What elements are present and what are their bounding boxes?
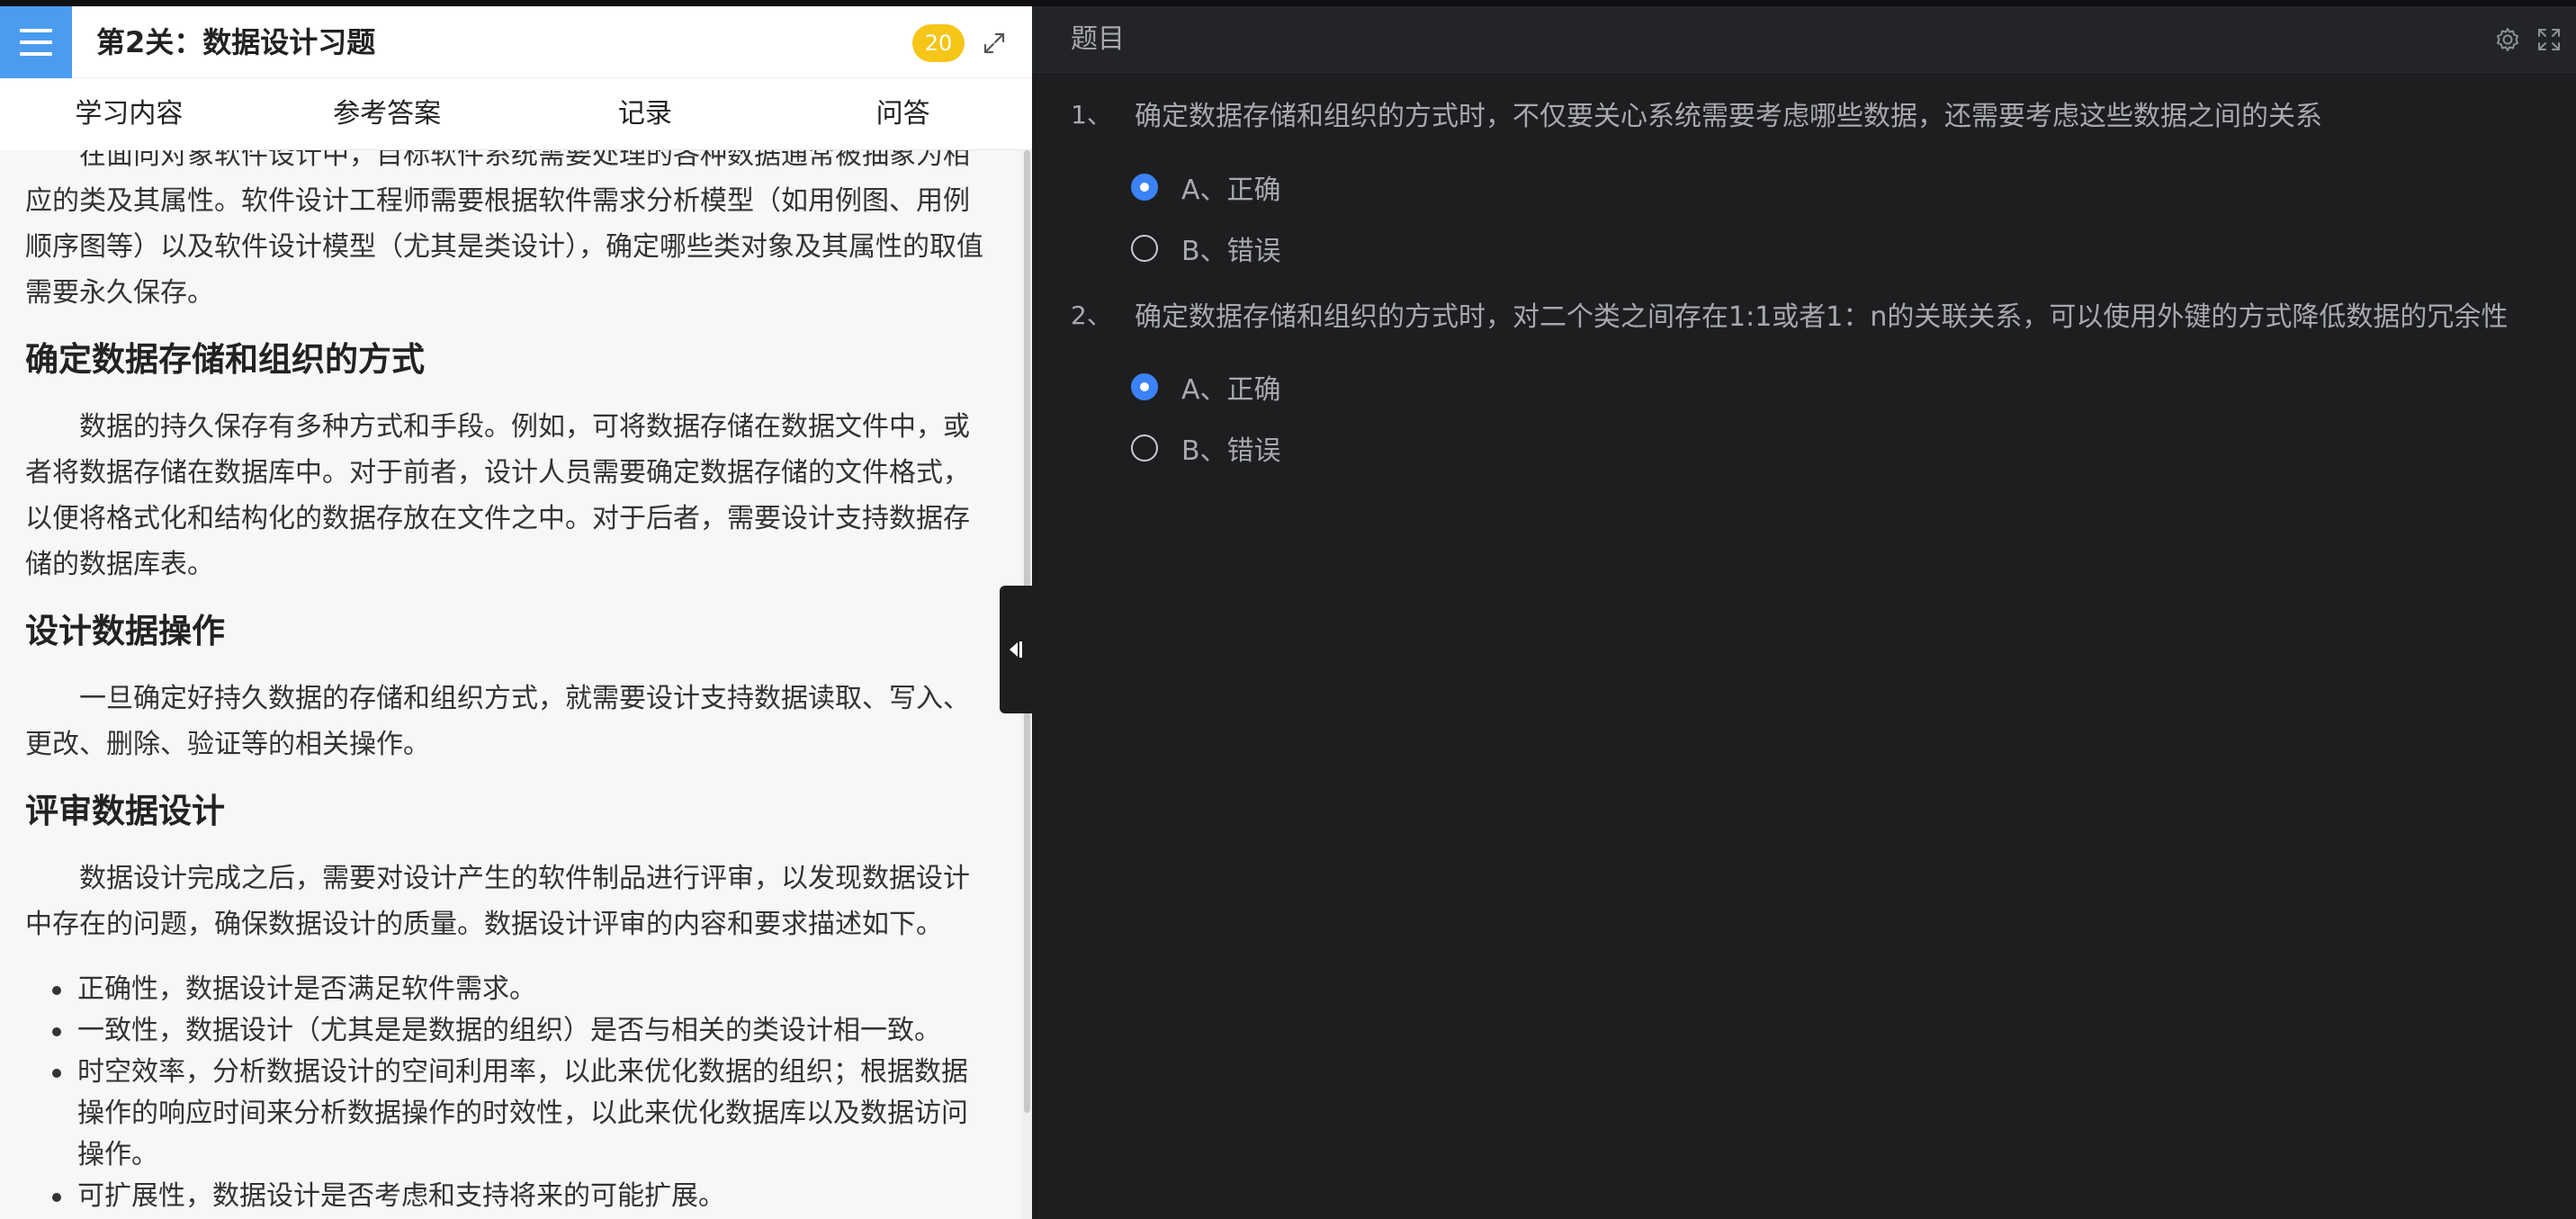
question-number: 2、: [1071, 300, 1112, 330]
stage-title: 第2关：数据设计习题: [96, 25, 376, 59]
quiz-title: 题目: [1071, 23, 1125, 55]
tab-records[interactable]: 记录: [516, 78, 775, 149]
list-item: 时空效率，分析数据设计的空间利用率，以此来优化数据的组织；根据数据操作的响应时间…: [25, 1052, 988, 1176]
radio-button[interactable]: [1131, 235, 1158, 262]
expand-icon[interactable]: [981, 30, 1008, 57]
question-text: 确定数据存储和组织的方式时，对二个类之间存在1:1或者1：n的关联关系，可以使用…: [1135, 301, 2509, 333]
section-heading: 设计数据操作: [25, 612, 225, 650]
gear-icon[interactable]: [2494, 26, 2521, 53]
tab-qa[interactable]: 问答: [774, 78, 1032, 149]
top-edge-bar: [0, 0, 2576, 6]
stage-header: 第2关：数据设计习题 20: [0, 6, 1032, 78]
section-heading: 确定数据存储和组织的方式: [25, 340, 425, 379]
score-badge: 20: [912, 24, 965, 62]
quiz-panel: 题目 1、 确定数据存储和组织的方式时，不仅要关心系统需要考虑哪些数据，还需要考…: [1032, 6, 2576, 1219]
menu-icon[interactable]: [0, 6, 72, 78]
option-label: B、错误: [1181, 435, 1281, 467]
option-label: A、正确: [1181, 175, 1281, 206]
intro-paragraph: 在面向对象软件设计中，目标软件系统需要处理的各种数据通常被抽象为相应的类及其属性…: [25, 150, 983, 309]
question-1-option-b[interactable]: B、错误: [1131, 229, 1281, 268]
learning-tabs: 学习内容 参考答案 记录 问答: [0, 78, 1032, 150]
question-2-option-b[interactable]: B、错误: [1131, 428, 1281, 468]
section-heading: 评审数据设计: [25, 792, 225, 830]
learning-content[interactable]: 在面向对象软件设计中，目标软件系统需要处理的各种数据通常被抽象为相应的类及其属性…: [0, 150, 1021, 1219]
fullscreen-icon[interactable]: [2536, 26, 2563, 53]
question-number: 1、: [1071, 100, 1112, 130]
section-paragraph: 一旦确定好持久数据的存储和组织方式，就需要设计支持数据读取、写入、更改、删除、验…: [25, 683, 970, 760]
collapse-panel-icon[interactable]: [1000, 586, 1032, 713]
radio-button[interactable]: [1131, 435, 1158, 462]
question-1-option-a[interactable]: A、正确: [1131, 167, 1281, 207]
review-criteria-list: 正确性，数据设计是否满足软件需求。 一致性，数据设计（尤其是是数据的组织）是否与…: [25, 969, 988, 1217]
learning-panel: 第2关：数据设计习题 20 学习内容 参考答案 记录 问答 在面向对象软件设计中…: [0, 6, 1032, 1219]
tab-reference-answer[interactable]: 参考答案: [258, 78, 516, 149]
list-item: 正确性，数据设计是否满足软件需求。: [25, 969, 988, 1010]
section-paragraph: 数据设计完成之后，需要对设计产生的软件制品进行评审，以发现数据设计中存在的问题，…: [25, 863, 970, 940]
option-label: A、正确: [1181, 374, 1281, 406]
option-label: B、错误: [1181, 236, 1281, 267]
quiz-header: 题目: [1032, 6, 2576, 73]
radio-button-selected[interactable]: [1131, 373, 1158, 400]
radio-button-selected[interactable]: [1131, 174, 1158, 201]
tab-learning-content[interactable]: 学习内容: [0, 78, 258, 150]
question-text: 确定数据存储和组织的方式时，不仅要关心系统需要考虑哪些数据，还需要考虑这些数据之…: [1135, 101, 2322, 132]
list-item: 可扩展性，数据设计是否考虑和支持将来的可能扩展。: [25, 1176, 988, 1217]
question-2-option-a[interactable]: A、正确: [1131, 367, 1281, 407]
section-paragraph: 数据的持久保存有多种方式和手段。例如，可将数据存储在数据文件中，或者将数据存储在…: [25, 411, 970, 580]
list-item: 一致性，数据设计（尤其是是数据的组织）是否与相关的类设计相一致。: [25, 1010, 988, 1052]
